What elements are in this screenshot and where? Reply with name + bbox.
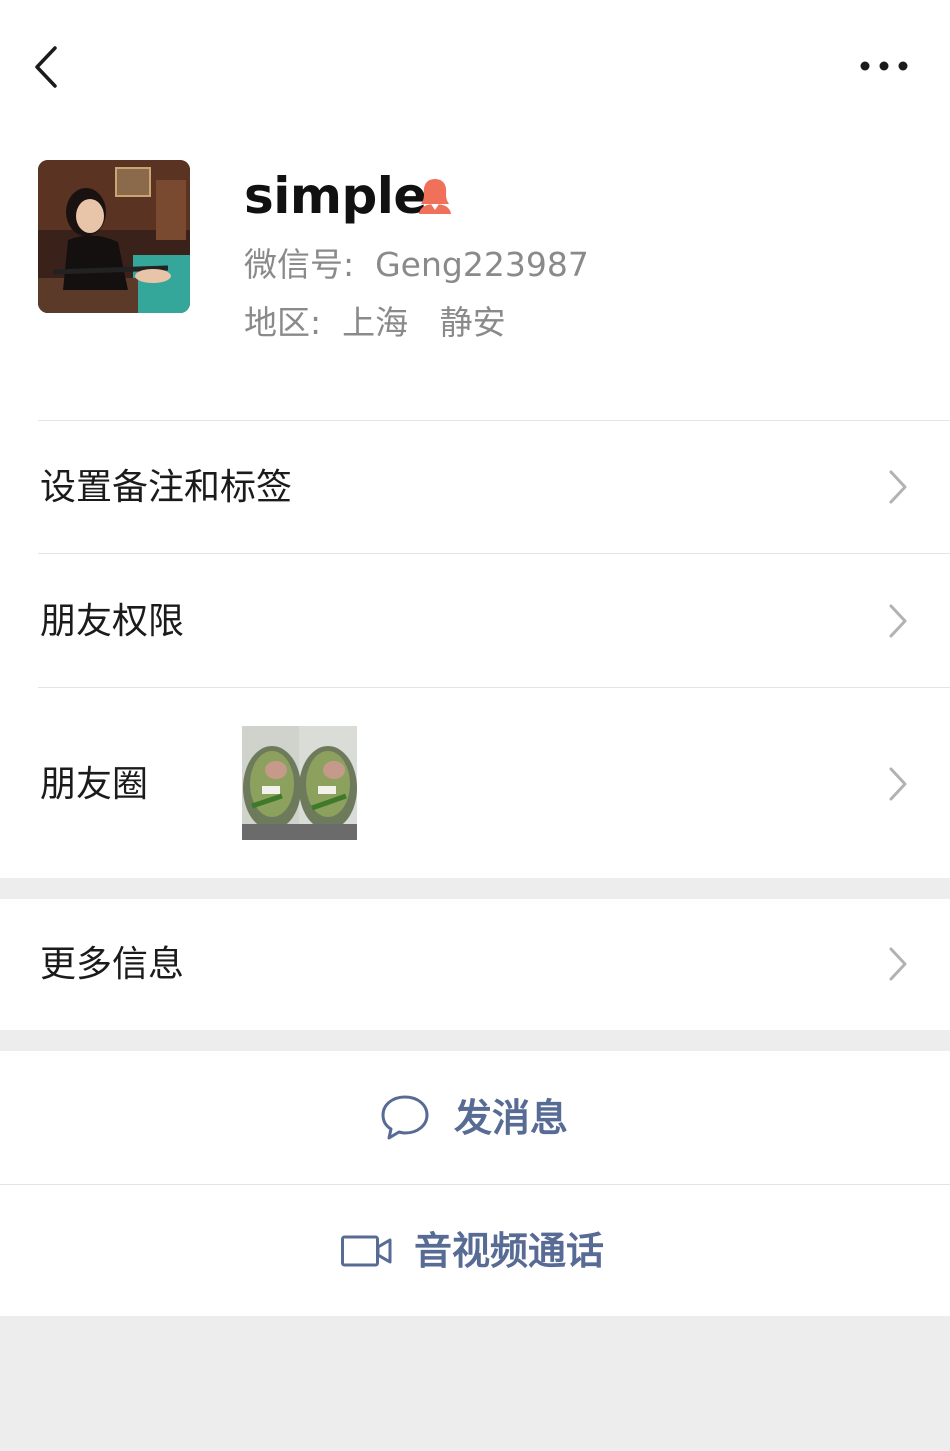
female-icon (416, 176, 454, 216)
moments-label: 朋友圈 (40, 764, 149, 805)
more-dots-icon (860, 61, 908, 71)
friend-permissions-row[interactable]: 朋友权限 (0, 554, 950, 687)
contact-profile-page: simple 微信号: Geng223987 地区: 上海 静安 设置备注和标签… (0, 0, 950, 1451)
remark-label: 设置备注和标签 (40, 467, 293, 508)
avatar-image (38, 160, 190, 313)
chevron-right-icon (889, 947, 907, 981)
more-info-label: 更多信息 (40, 944, 185, 985)
wechat-id: 微信号: Geng223987 (244, 245, 589, 284)
chevron-right-icon (889, 767, 907, 801)
video-call-label: 音视频通话 (414, 1229, 605, 1273)
chevron-right-icon (889, 604, 907, 638)
send-message-label: 发消息 (454, 1096, 569, 1140)
set-remark-and-tags-row[interactable]: 设置备注和标签 (0, 421, 950, 553)
chevron-right-icon (889, 470, 907, 504)
avatar[interactable] (38, 160, 190, 313)
moments-photo-thumbnail[interactable] (242, 726, 357, 840)
video-camera-icon (341, 1235, 392, 1267)
more-options-button[interactable] (852, 46, 916, 86)
permission-label: 朋友权限 (40, 601, 185, 642)
chat-bubble-icon (381, 1095, 429, 1140)
back-button[interactable] (22, 40, 72, 94)
send-message-button[interactable]: 发消息 (0, 1051, 950, 1183)
video-call-button[interactable]: 音视频通话 (0, 1185, 950, 1316)
contact-name: simple (244, 167, 427, 225)
more-info-row[interactable]: 更多信息 (0, 899, 950, 1030)
region: 地区: 上海 静安 (244, 303, 506, 342)
chevron-left-icon (35, 46, 57, 88)
moments-row[interactable]: 朋友圈 (0, 688, 950, 878)
